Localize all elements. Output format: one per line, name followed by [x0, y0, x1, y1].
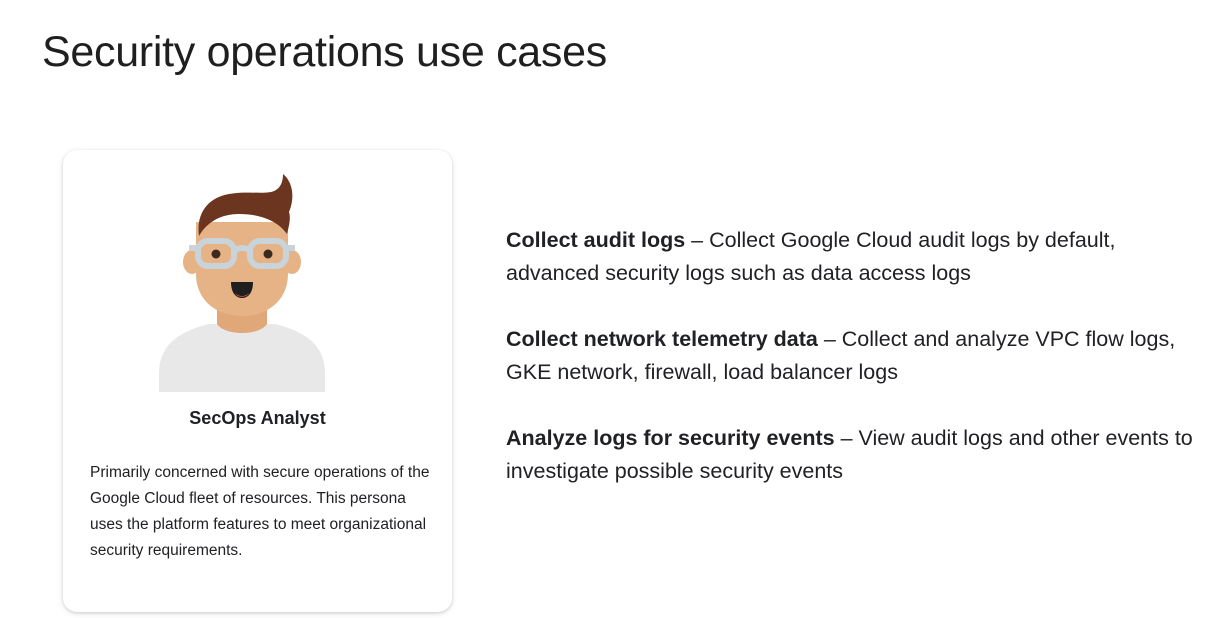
- slide: Security operations use cases SecOps Ana…: [0, 0, 1228, 618]
- persona-description: Primarily concerned with secure operatio…: [90, 464, 430, 559]
- slide-title: Security operations use cases: [42, 28, 607, 76]
- persona-card: SecOps Analyst Primarily concerned with …: [63, 150, 452, 612]
- use-case-separator: –: [817, 327, 842, 351]
- use-case-heading: Collect network telemetry data: [506, 327, 818, 351]
- use-case-list: Collect audit logs – Collect Google Clou…: [506, 224, 1196, 521]
- use-case-item: Collect network telemetry data – Collect…: [506, 323, 1196, 389]
- analyst-avatar-icon: [159, 174, 325, 392]
- avatar-shirt: [159, 324, 325, 392]
- avatar-eye-right: [263, 249, 273, 259]
- avatar-eye-left: [211, 249, 221, 259]
- use-case-separator: –: [685, 228, 710, 252]
- use-case-heading: Analyze logs for security events: [506, 426, 835, 450]
- use-case-heading: Collect audit logs: [506, 228, 686, 252]
- use-case-separator: –: [834, 426, 859, 450]
- persona-name: SecOps Analyst: [189, 408, 326, 428]
- use-case-item: Analyze logs for security events – View …: [506, 422, 1196, 488]
- use-case-item: Collect audit logs – Collect Google Clou…: [506, 224, 1196, 290]
